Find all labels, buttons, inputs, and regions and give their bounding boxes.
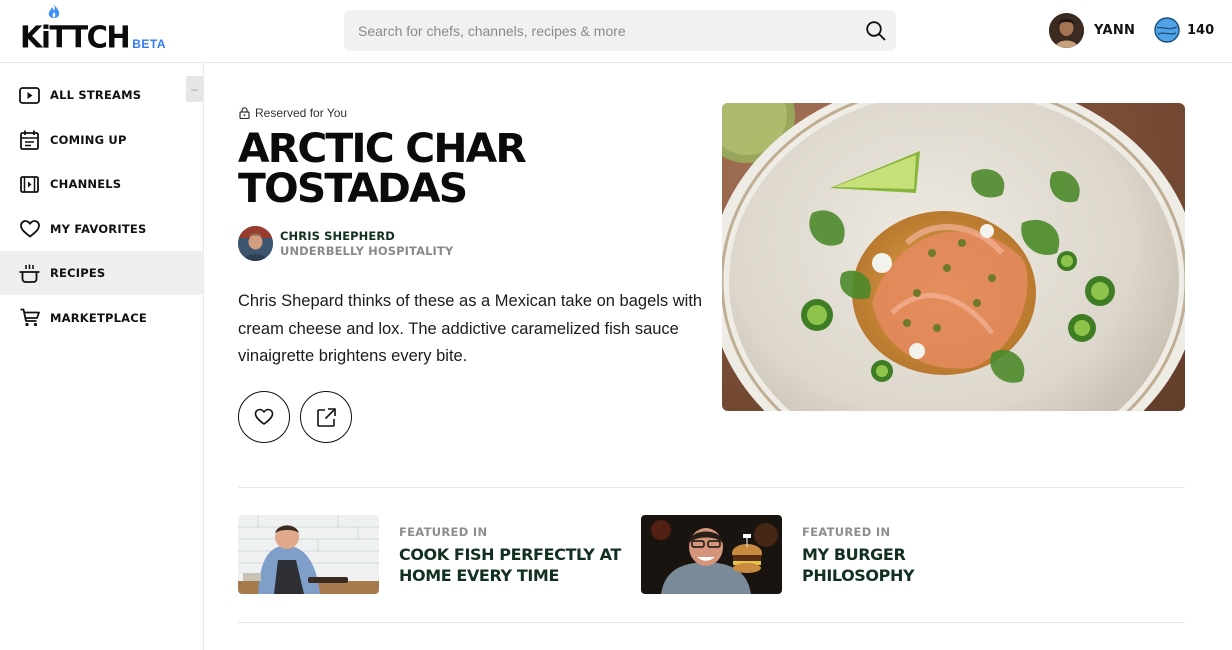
featured-text: FEATURED IN COOK FISH PERFECTLY AT HOME … xyxy=(399,525,624,594)
sidebar-item-recipes[interactable]: RECIPES xyxy=(0,251,203,295)
recipe-hero-image xyxy=(722,103,1185,411)
chef-name[interactable]: CHRIS SHEPHERD xyxy=(280,229,453,244)
cart-icon xyxy=(19,307,40,328)
coin-count: 140 xyxy=(1187,22,1215,38)
featured-title[interactable]: MY BURGER PHILOSOPHY xyxy=(802,544,952,586)
sidebar-item-label: CHANNELS xyxy=(50,177,122,191)
recipe-title-line: TOSTADAS xyxy=(238,166,468,212)
beta-badge: BETA xyxy=(132,37,166,51)
logo-wordmark: KiTTCH xyxy=(20,19,131,55)
featured-thumbnail[interactable] xyxy=(238,515,379,594)
recipe-title-line: ARCTIC CHAR xyxy=(238,126,527,172)
reserved-badge: Reserved for You xyxy=(239,106,347,120)
sidebar-item-all-streams[interactable]: ALL STREAMS xyxy=(0,73,203,117)
featured-card[interactable]: FEATURED IN COOK FISH PERFECTLY AT HOME … xyxy=(238,515,624,594)
sidebar-item-channels[interactable]: CHANNELS xyxy=(0,162,203,206)
share-button[interactable] xyxy=(300,391,352,443)
sidebar-item-my-favorites[interactable]: MY FAVORITES xyxy=(0,207,203,251)
featured-text: FEATURED IN MY BURGER PHILOSOPHY xyxy=(802,525,952,594)
featured-title[interactable]: COOK FISH PERFECTLY AT HOME EVERY TIME xyxy=(399,544,624,586)
user-name: YANN xyxy=(1094,23,1136,38)
sidebar-nav: ALL STREAMS COMING UP CHANNELS MY FAVORI… xyxy=(0,73,203,340)
sidebar-item-label: RECIPES xyxy=(50,266,106,280)
heart-icon xyxy=(254,408,274,425)
coin-balance[interactable]: 140 xyxy=(1154,17,1214,43)
search-bar xyxy=(344,10,896,51)
search-input[interactable] xyxy=(344,10,896,51)
chef-avatar[interactable] xyxy=(238,226,273,261)
user-profile[interactable]: YANN xyxy=(1049,13,1135,48)
sidebar: – ALL STREAMS COMING UP CHANNELS MY FAVO… xyxy=(0,63,204,650)
film-icon xyxy=(19,174,40,195)
calendar-icon xyxy=(19,129,40,150)
favorite-button[interactable] xyxy=(238,391,290,443)
featured-kicker: FEATURED IN xyxy=(399,525,488,539)
sidebar-item-label: MY FAVORITES xyxy=(50,221,147,236)
pot-icon xyxy=(19,263,40,284)
chef-organization: UNDERBELLY HOSPITALITY xyxy=(280,243,454,258)
sidebar-item-label: MARKETPLACE xyxy=(50,310,147,325)
search-icon[interactable] xyxy=(865,20,886,41)
sidebar-item-marketplace[interactable]: MARKETPLACE xyxy=(0,296,203,340)
chef-text: CHRIS SHEPHERD UNDERBELLY HOSPITALITY xyxy=(280,229,453,259)
recipe-title: ARCTIC CHAR TOSTADAS xyxy=(238,129,718,209)
sidebar-item-coming-up[interactable]: COMING UP xyxy=(0,118,203,162)
user-avatar[interactable] xyxy=(1049,13,1084,48)
play-icon xyxy=(19,85,40,106)
featured-thumbnail[interactable] xyxy=(641,515,782,594)
featured-kicker: FEATURED IN xyxy=(802,525,891,539)
reserved-label: Reserved for You xyxy=(255,106,348,120)
lock-icon xyxy=(239,107,250,119)
kittch-logo[interactable]: KiTTCH BETA xyxy=(20,4,166,55)
featured-card[interactable]: FEATURED IN MY BURGER PHILOSOPHY xyxy=(641,515,952,594)
top-header: KiTTCH BETA YANN 140 xyxy=(0,0,1232,63)
heart-icon xyxy=(19,218,40,239)
flame-icon xyxy=(48,4,60,18)
coin-icon xyxy=(1154,17,1180,43)
sidebar-item-label: COMING UP xyxy=(50,132,127,147)
section-divider xyxy=(238,487,1185,488)
chef-byline[interactable]: CHRIS SHEPHERD UNDERBELLY HOSPITALITY xyxy=(238,226,453,261)
sidebar-item-label: ALL STREAMS xyxy=(50,88,142,102)
share-icon xyxy=(316,407,336,427)
section-divider xyxy=(238,622,1185,623)
recipe-description: Chris Shepard thinks of these as a Mexic… xyxy=(238,292,703,365)
